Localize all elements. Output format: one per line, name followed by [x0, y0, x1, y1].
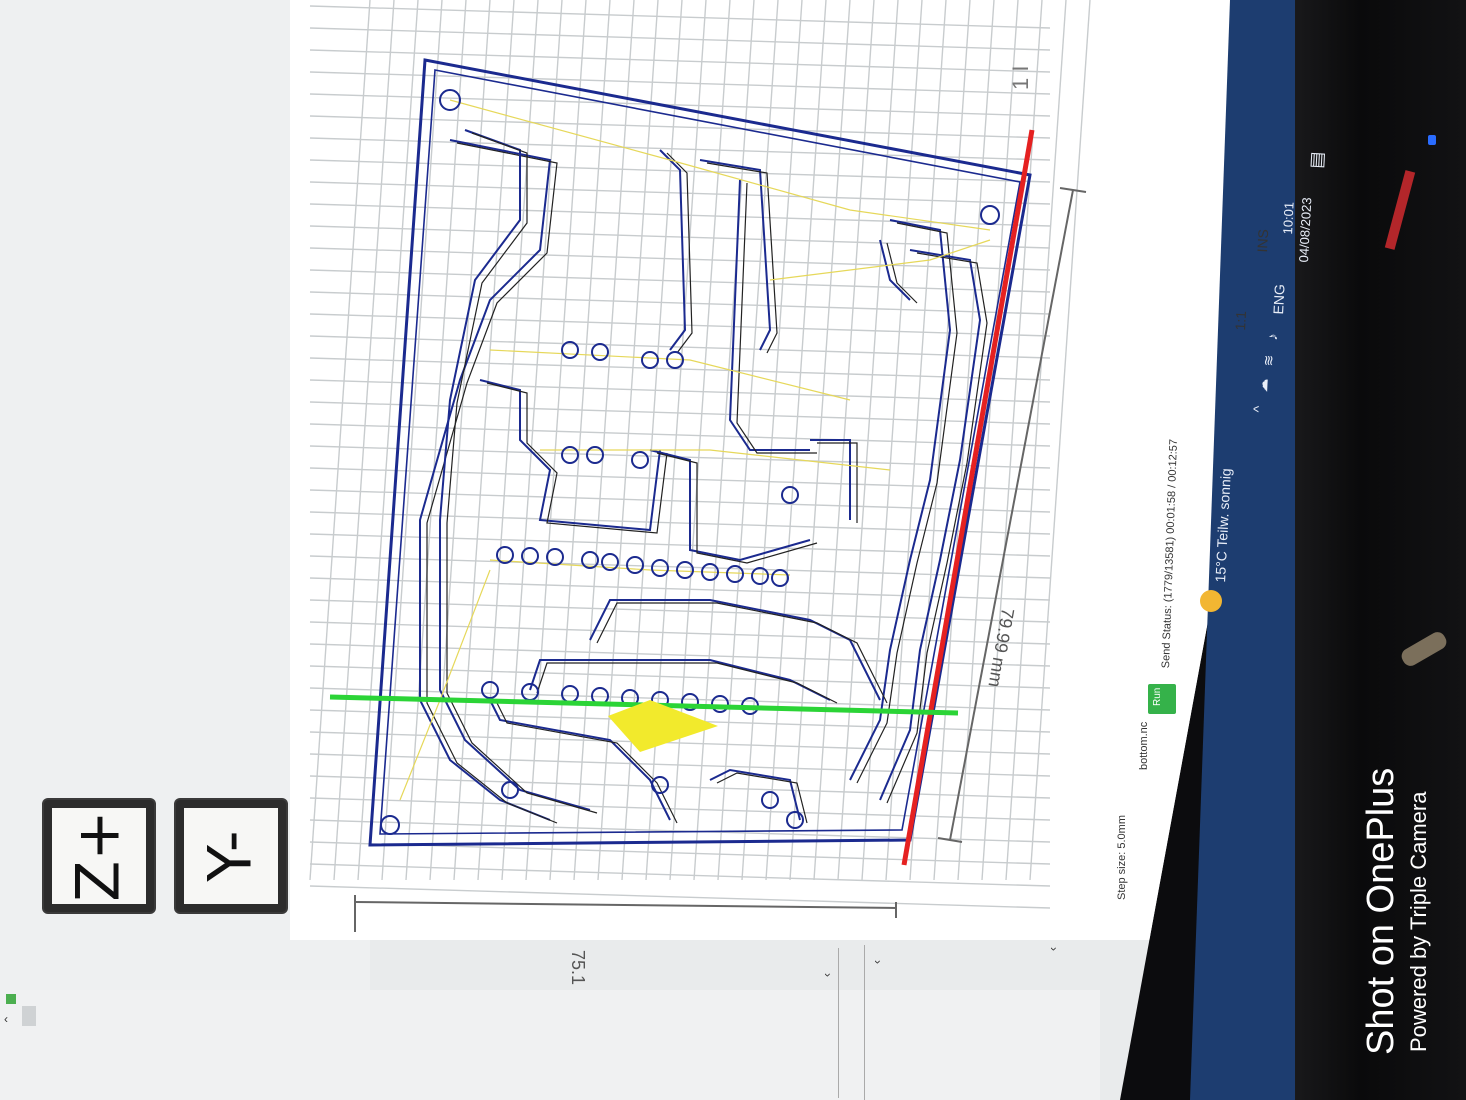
power-led	[1428, 135, 1436, 145]
run-label: Run	[1152, 687, 1163, 706]
visualizer-canvas[interactable]: 1 I	[290, 0, 1290, 940]
clock-time[interactable]: 10:01	[1280, 201, 1297, 234]
camera-watermark: Shot on OnePlus	[1360, 767, 1402, 1055]
jog-y-minus-button[interactable]: Y-	[176, 800, 286, 912]
run-button[interactable]: Run	[1148, 684, 1176, 714]
console-panel	[0, 990, 1100, 1100]
camera-watermark-subtitle: Powered by Triple Camera	[1406, 791, 1431, 1052]
scroll-thumb[interactable]	[22, 1006, 36, 1026]
jog-y-minus-label: Y-	[196, 830, 266, 882]
status-indicator	[6, 994, 16, 1004]
jog-z-plus-label: Z+	[63, 810, 134, 902]
panel-divider	[838, 948, 839, 1098]
language-indicator[interactable]: ENG	[1270, 284, 1288, 315]
step-size-label: Step size: 5.0mm	[1116, 815, 1128, 900]
volume-icon[interactable]: ♪	[1264, 333, 1280, 341]
chevron-down-icon[interactable]: ›	[821, 973, 835, 977]
onedrive-icon[interactable]: ☁	[1254, 378, 1272, 393]
chevron-down-icon[interactable]: ›	[871, 960, 885, 964]
panel-divider	[864, 945, 865, 1100]
zoom-ratio-label: 1:1	[1232, 310, 1249, 331]
wifi-icon[interactable]: ≋	[1260, 354, 1278, 367]
weather-icon[interactable]	[1200, 590, 1222, 612]
file-name-label: bottom.nc	[1138, 721, 1150, 770]
corner-coordinate-label: 1 I	[1008, 66, 1033, 90]
scroll-left-arrow[interactable]: ‹	[4, 1012, 8, 1026]
chevron-up-icon[interactable]: ^	[1250, 405, 1266, 412]
notification-icon[interactable]: ▤	[1306, 151, 1328, 169]
app-screen: 1 I 75.1 mm 79.99 mm Z+ Y- Step size: 5.…	[0, 0, 1300, 1100]
jog-z-plus-button[interactable]: Z+	[44, 800, 154, 912]
gcode-visualizer[interactable]: 1 I 75.1 mm 79.99 mm	[290, 0, 1290, 1020]
chevron-down-icon[interactable]: ›	[1047, 947, 1061, 951]
ins-indicator: INS	[1254, 228, 1272, 253]
